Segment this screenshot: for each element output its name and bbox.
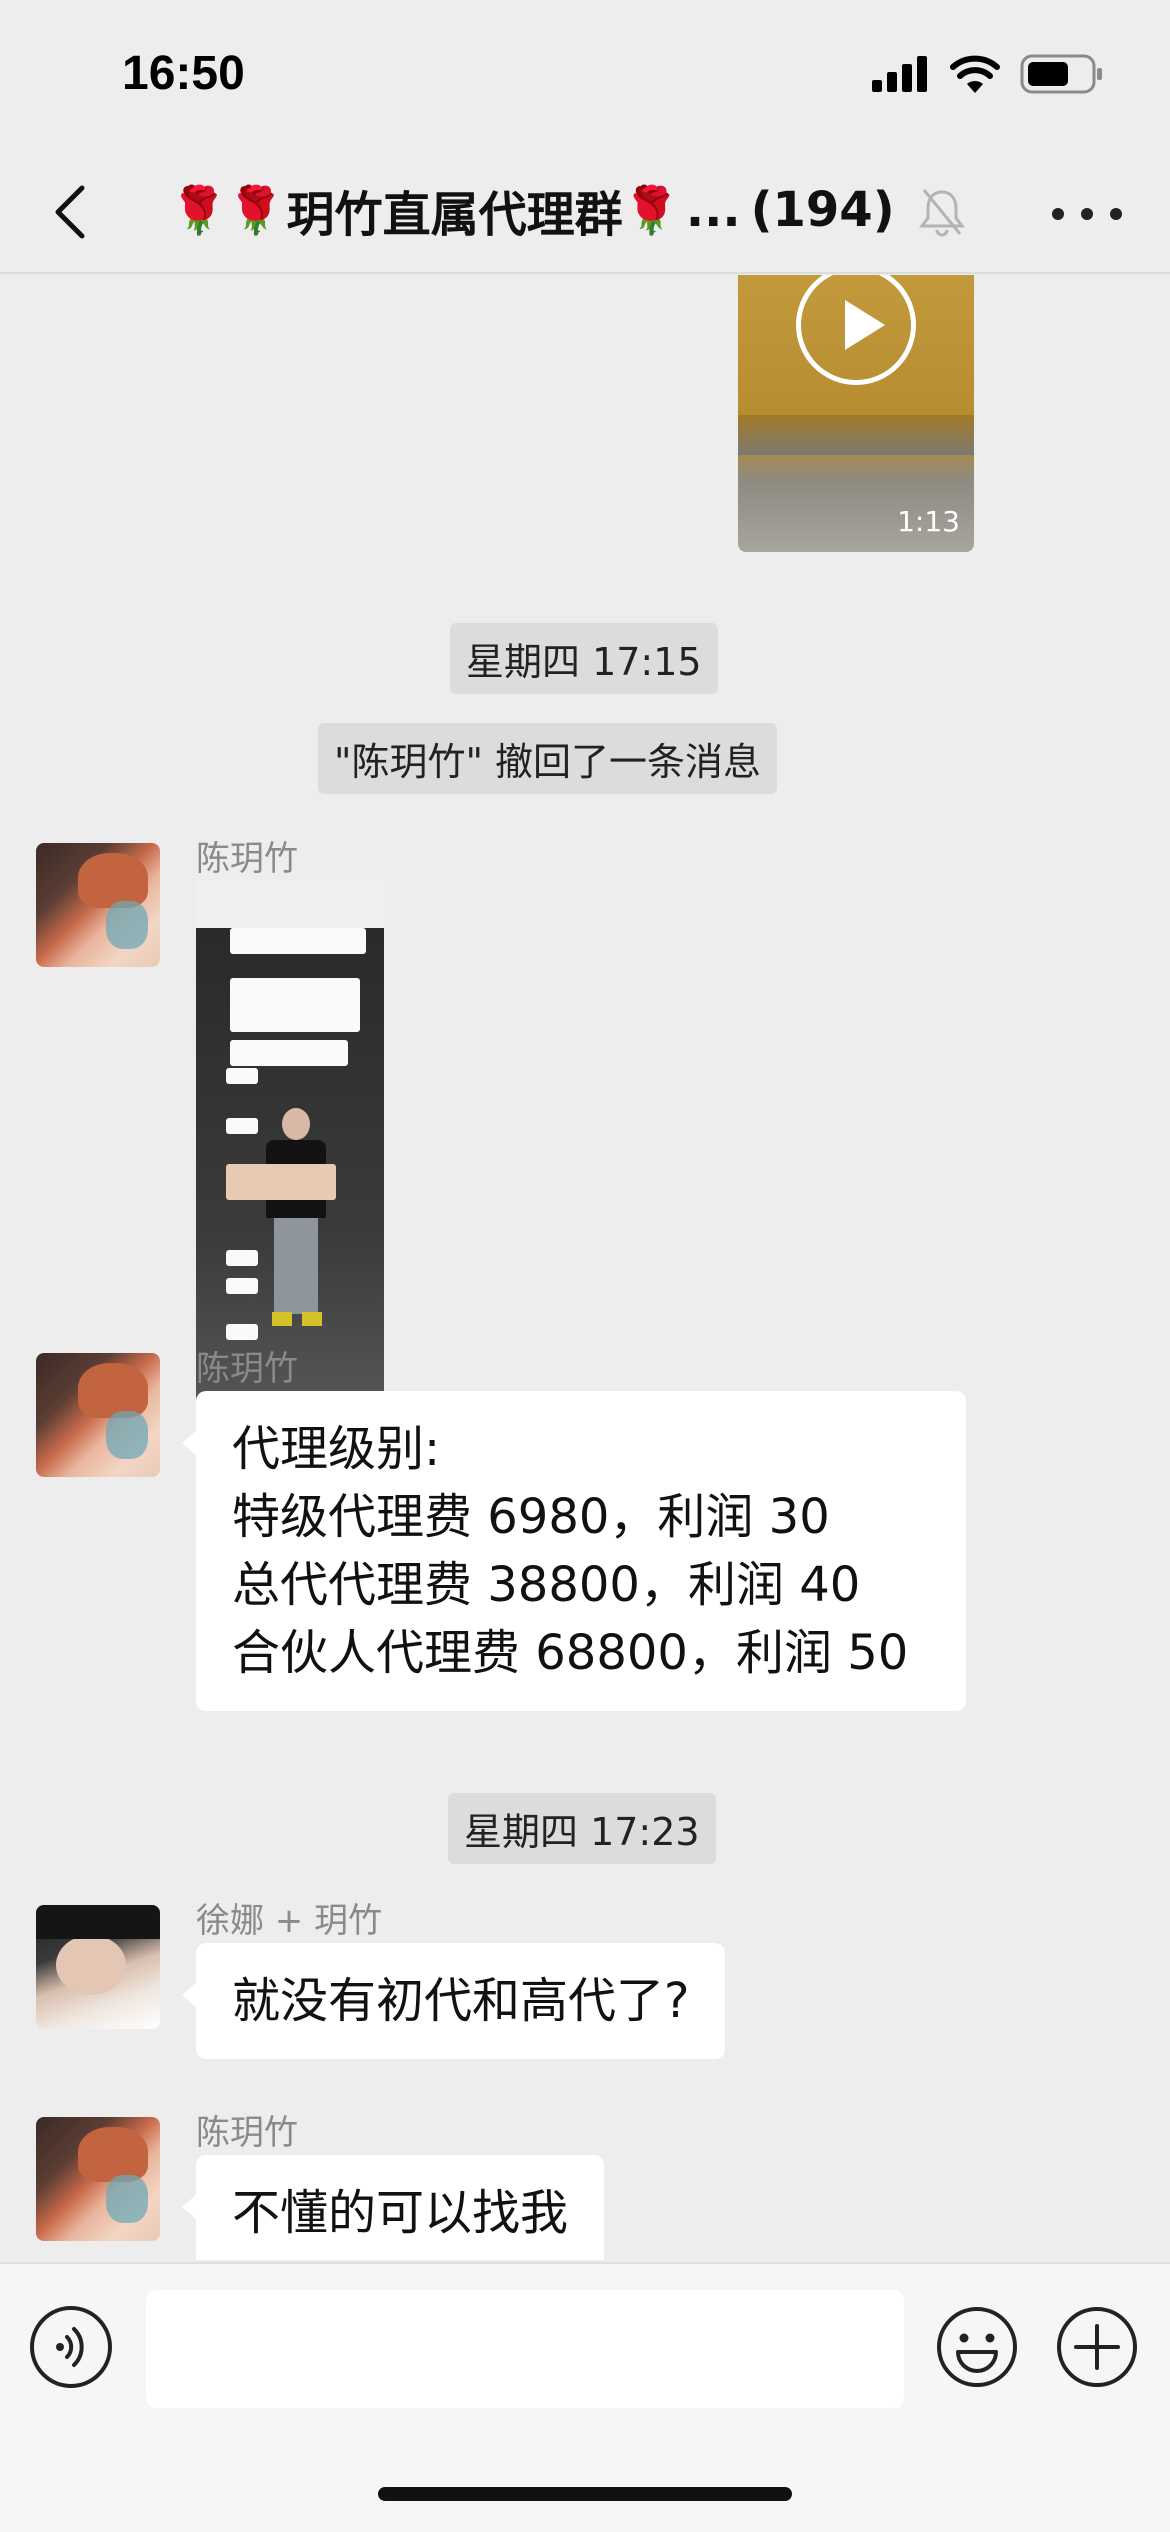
screenshot-chat-bubble <box>226 1324 258 1340</box>
message-line: 总代代理费 38800，利润 40 <box>232 1557 861 1613</box>
video-thumbnail-detail <box>738 415 974 455</box>
screenshot-card <box>226 1164 336 1200</box>
screenshot-person <box>266 1108 326 1328</box>
screenshot-person-part <box>272 1312 292 1326</box>
chat-title[interactable]: 🌹🌹 玥竹直属代理群 🌹 ... (194) <box>170 174 930 246</box>
more-actions-button[interactable] <box>1056 2306 1138 2388</box>
message-bubble[interactable]: 代理级别: 特级代理费 6980，利润 30 总代代理费 38800，利润 40… <box>182 1391 966 1711</box>
screenshot-chat-bubble <box>230 928 366 954</box>
screenshot-person-part <box>274 1218 318 1314</box>
sender-name: 陈玥竹 <box>196 839 298 879</box>
avatar[interactable] <box>36 1905 160 2029</box>
chat-header: 🌹🌹 玥竹直属代理群 🌹 ... (194) <box>0 150 1170 274</box>
timestamp: 星期四 17:15 <box>450 623 718 694</box>
video-message[interactable]: 1:13 <box>738 275 974 552</box>
message-input[interactable] <box>146 2290 904 2408</box>
screenshot-person-part <box>282 1108 310 1140</box>
back-button[interactable] <box>42 180 106 244</box>
screenshot-chat-bubble <box>226 1118 258 1134</box>
more-dot <box>1110 208 1122 220</box>
screenshot-chat-bubble <box>230 1040 348 1066</box>
timestamp: 星期四 17:23 <box>448 1793 716 1864</box>
cellular-signal-icon <box>872 56 927 92</box>
sender-name: 陈玥竹 <box>196 1349 298 1389</box>
avatar[interactable] <box>36 843 160 967</box>
bell-off-icon <box>918 184 966 240</box>
avatar[interactable] <box>36 1353 160 1477</box>
status-bar: 16:50 <box>0 0 1170 150</box>
sender-name: 陈玥竹 <box>196 2113 298 2153</box>
sender-name: 徐娜 + 玥竹 <box>196 1901 383 1941</box>
battery-icon <box>1020 54 1102 94</box>
screenshot-header <box>196 880 384 928</box>
screenshot-person-part <box>302 1312 322 1326</box>
rose-emoji-suffix: 🌹 <box>622 182 680 237</box>
screenshot-chat-bubble <box>226 1250 258 1266</box>
group-name: 玥竹直属代理群 <box>286 187 623 243</box>
message-line: 合伙人代理费 68800，利润 50 <box>232 1625 909 1681</box>
voice-input-icon <box>56 2327 84 2367</box>
chevron-left-icon <box>55 185 85 239</box>
message-bubble[interactable]: 就没有初代和高代了? <box>181 1943 726 2059</box>
screenshot-chat-bubble <box>226 1278 258 1294</box>
rose-emoji-prefix: 🌹🌹 <box>170 182 285 237</box>
more-button[interactable] <box>1052 194 1122 234</box>
emoji-icon <box>937 2307 1017 2387</box>
wifi-icon <box>950 55 1000 93</box>
status-time: 16:50 <box>122 47 245 100</box>
more-dot <box>1081 208 1093 220</box>
message-text: 就没有初代和高代了? <box>232 1973 690 2029</box>
member-count: (194) <box>750 182 895 238</box>
message-bubble[interactable]: 不懂的可以找我 <box>181 2155 605 2260</box>
voice-input-button[interactable] <box>30 2306 112 2388</box>
screenshot-chat-bubble <box>230 978 360 1032</box>
recall-notice: "陈玥竹" 撤回了一条消息 <box>318 723 778 794</box>
screenshot-chat-bubble <box>226 1068 258 1084</box>
plus-circle-icon <box>1057 2307 1137 2387</box>
emoji-button[interactable] <box>936 2306 1018 2388</box>
more-dot <box>1052 208 1064 220</box>
play-icon[interactable] <box>796 275 916 385</box>
message-text: 不懂的可以找我 <box>232 2185 569 2241</box>
message-list[interactable]: 1:13 星期四 17:15 "陈玥竹" 撤回了一条消息 陈玥竹 陈玥竹 代理级… <box>0 275 1170 2260</box>
home-indicator[interactable] <box>378 2487 792 2501</box>
message-line: 特级代理费 6980，利润 30 <box>232 1489 830 1545</box>
avatar[interactable] <box>36 2117 160 2241</box>
status-icons <box>872 54 1104 94</box>
video-duration: 1:13 <box>897 505 960 538</box>
message-line: 代理级别: <box>232 1421 441 1477</box>
title-ellipsis: ... <box>685 182 741 238</box>
